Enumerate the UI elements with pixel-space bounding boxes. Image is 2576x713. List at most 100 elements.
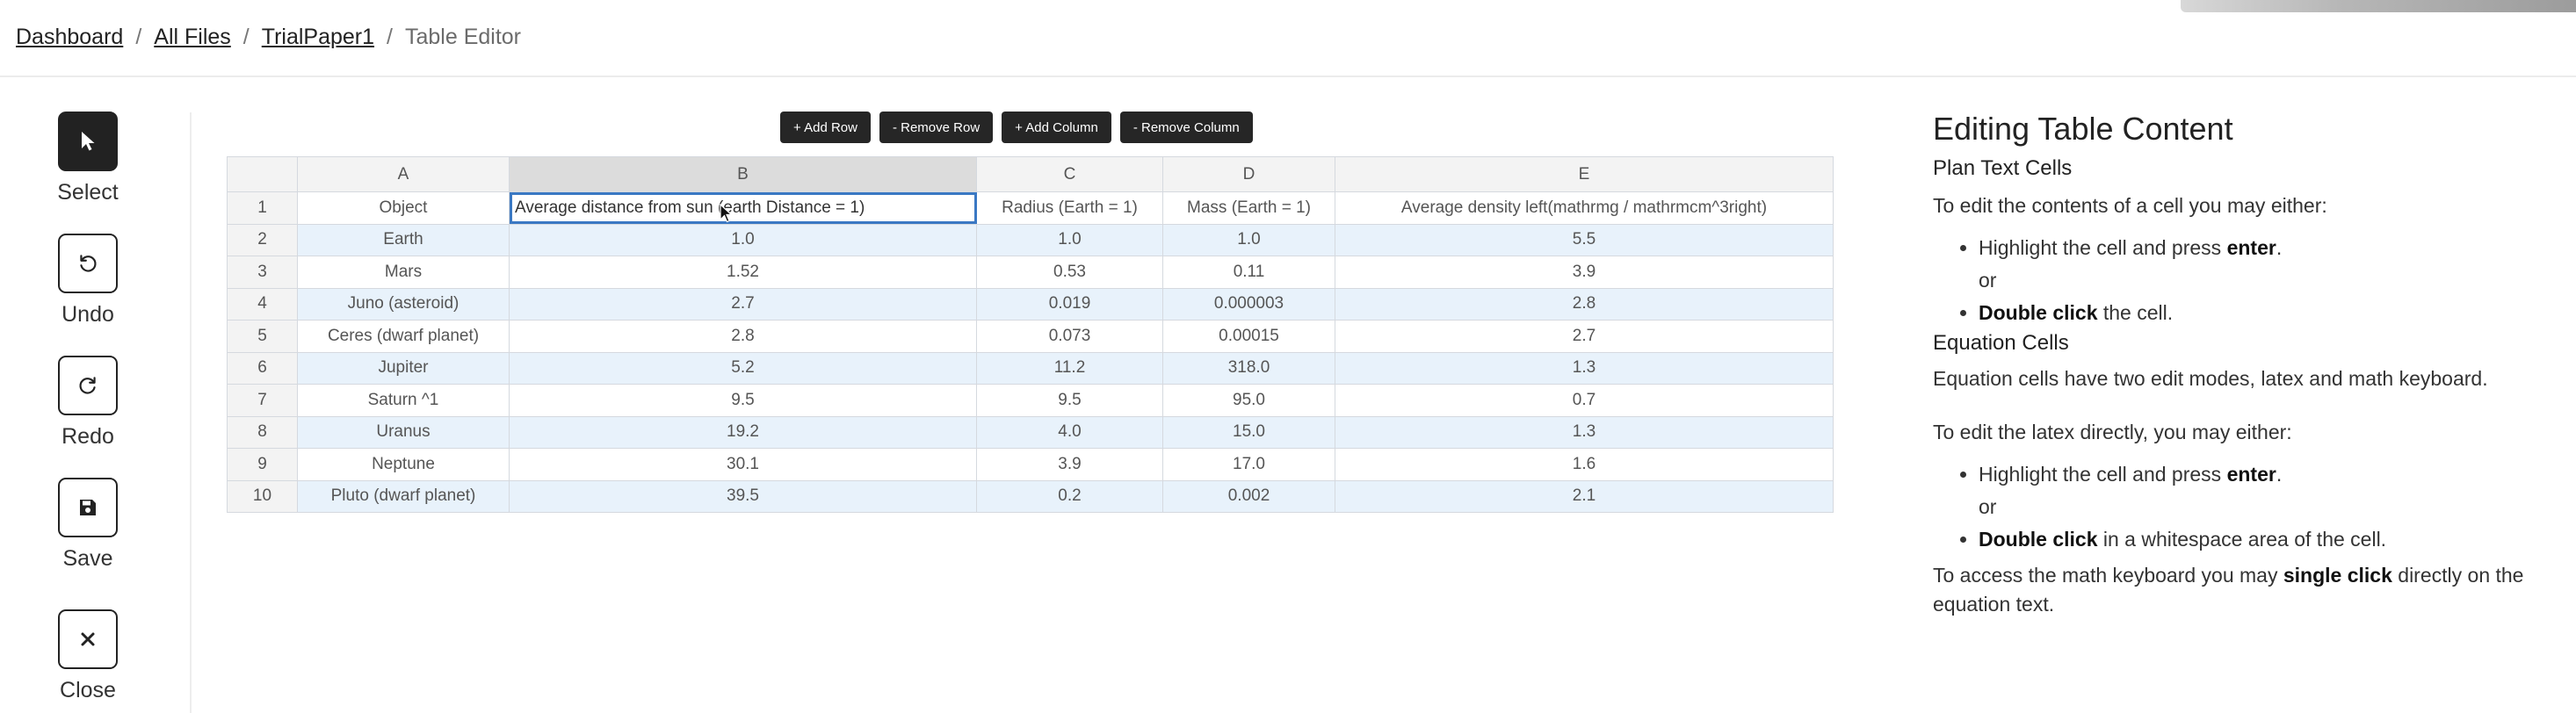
row-header[interactable]: 5	[227, 320, 298, 353]
list-item: Highlight the cell and press enter.	[1979, 232, 2565, 264]
breadcrumb-trialpaper1[interactable]: TrialPaper1	[262, 25, 374, 50]
undo-button[interactable]	[58, 234, 118, 293]
row-header[interactable]: 7	[227, 384, 298, 417]
add-row-button[interactable]: + Add Row	[780, 112, 871, 143]
redo-button[interactable]	[58, 356, 118, 415]
select-button[interactable]	[58, 112, 118, 171]
instruction-text: in a whitespace area of the cell.	[2097, 528, 2387, 551]
column-header-d[interactable]: D	[1162, 156, 1335, 192]
select-label: Select	[57, 180, 119, 205]
cell-d8[interactable]: 15.0	[1162, 415, 1335, 449]
cell-c9[interactable]: 3.9	[976, 448, 1163, 481]
equation-intro: Equation cells have two edit modes, late…	[1933, 367, 2488, 390]
math-keyboard-text: To access the math keyboard you may sing…	[1933, 561, 2565, 619]
cell-b6[interactable]: 5.2	[509, 351, 977, 385]
cell-a6[interactable]: Jupiter	[297, 351, 510, 385]
column-header-a[interactable]: A	[297, 156, 510, 192]
corner-cell[interactable]	[227, 156, 298, 192]
table-row: 5 Ceres (dwarf planet) 2.8 0.073 0.00015 2.7	[227, 320, 1834, 353]
cell-a4[interactable]: Juno (asteroid)	[297, 287, 510, 320]
cell-a5[interactable]: Ceres (dwarf planet)	[297, 320, 510, 353]
row-header[interactable]: 3	[227, 256, 298, 289]
save-label: Save	[62, 546, 113, 571]
key-term: Double click	[1979, 528, 2098, 551]
cell-e1[interactable]: Average density left(mathrmg / mathrmcm^…	[1335, 191, 1834, 225]
save-button[interactable]	[58, 478, 118, 537]
cell-c2[interactable]: 1.0	[976, 223, 1163, 256]
cell-d1[interactable]: Mass (Earth = 1)	[1162, 191, 1335, 225]
cell-d5[interactable]: 0.00015	[1162, 320, 1335, 353]
table-row: 2 Earth 1.0 1.0 1.0 5.5	[227, 223, 1834, 256]
breadcrumb-current: Table Editor	[404, 24, 522, 49]
cell-e7[interactable]: 0.7	[1335, 384, 1834, 417]
column-header-b[interactable]: B	[509, 156, 977, 192]
cell-e9[interactable]: 1.6	[1335, 448, 1834, 481]
cell-d3[interactable]: 0.11	[1162, 256, 1335, 289]
row-header[interactable]: 10	[227, 479, 298, 513]
cell-a2[interactable]: Earth	[297, 223, 510, 256]
remove-row-button[interactable]: - Remove Row	[879, 112, 994, 143]
cell-c1[interactable]: Radius (Earth = 1)	[976, 191, 1163, 225]
column-header-c[interactable]: C	[976, 156, 1163, 192]
cell-d4[interactable]: 0.000003	[1162, 287, 1335, 320]
cell-b2[interactable]: 1.0	[509, 223, 977, 256]
cell-b8[interactable]: 19.2	[509, 415, 977, 449]
cell-a1[interactable]: Object	[297, 191, 510, 225]
tool-save: Save	[53, 478, 123, 572]
cell-e10[interactable]: 2.1	[1335, 479, 1834, 513]
breadcrumb-separator: /	[242, 24, 250, 49]
cell-e2[interactable]: 5.5	[1335, 223, 1834, 256]
cell-b9[interactable]: 30.1	[509, 448, 977, 481]
row-header[interactable]: 6	[227, 351, 298, 385]
row-header[interactable]: 1	[227, 191, 298, 225]
cell-e6[interactable]: 1.3	[1335, 351, 1834, 385]
cell-a7[interactable]: Saturn ^1	[297, 384, 510, 417]
redo-label: Redo	[62, 424, 114, 449]
remove-column-button[interactable]: - Remove Column	[1119, 112, 1253, 143]
cell-c8[interactable]: 4.0	[976, 415, 1163, 449]
cell-d6[interactable]: 318.0	[1162, 351, 1335, 385]
cell-c10[interactable]: 0.2	[976, 479, 1163, 513]
cell-b10[interactable]: 39.5	[509, 479, 977, 513]
top-edge-decoration	[2181, 0, 2576, 12]
cell-a9[interactable]: Neptune	[297, 448, 510, 481]
cell-d2[interactable]: 1.0	[1162, 223, 1335, 256]
table-row: 9 Neptune 30.1 3.9 17.0 1.6	[227, 448, 1834, 481]
cell-c3[interactable]: 0.53	[976, 256, 1163, 289]
table-row: 10 Pluto (dwarf planet) 39.5 0.2 0.002 2.1	[227, 479, 1834, 513]
cell-d10[interactable]: 0.002	[1162, 479, 1335, 513]
cell-b1[interactable]: Average distance from sun (earth Distanc…	[509, 191, 977, 225]
row-header[interactable]: 8	[227, 415, 298, 449]
cell-c4[interactable]: 0.019	[976, 287, 1163, 320]
cell-b7[interactable]: 9.5	[509, 384, 977, 417]
row-header[interactable]: 9	[227, 448, 298, 481]
cell-c5[interactable]: 0.073	[976, 320, 1163, 353]
left-toolbar: Select Undo Redo Save Close	[0, 105, 192, 713]
cell-b3[interactable]: 1.52	[509, 256, 977, 289]
close-button[interactable]	[58, 609, 118, 669]
cell-c6[interactable]: 11.2	[976, 351, 1163, 385]
cell-e3[interactable]: 3.9	[1335, 256, 1834, 289]
tool-undo: Undo	[53, 234, 123, 328]
key-term: enter	[2226, 463, 2276, 486]
cell-a8[interactable]: Uranus	[297, 415, 510, 449]
column-header-e[interactable]: E	[1335, 156, 1834, 192]
cell-e4[interactable]: 2.8	[1335, 287, 1834, 320]
cell-d7[interactable]: 95.0	[1162, 384, 1335, 417]
undo-icon	[80, 255, 97, 272]
cell-d9[interactable]: 17.0	[1162, 448, 1335, 481]
or-text: or	[1979, 269, 1997, 292]
cell-b5[interactable]: 2.8	[509, 320, 977, 353]
help-title: Editing Table Content	[1933, 111, 2233, 147]
cell-a3[interactable]: Mars	[297, 256, 510, 289]
cell-e8[interactable]: 1.3	[1335, 415, 1834, 449]
add-column-button[interactable]: + Add Column	[1002, 112, 1111, 143]
breadcrumb-all-files[interactable]: All Files	[154, 25, 231, 50]
cell-a10[interactable]: Pluto (dwarf planet)	[297, 479, 510, 513]
cell-c7[interactable]: 9.5	[976, 384, 1163, 417]
breadcrumb-dashboard[interactable]: Dashboard	[16, 25, 123, 50]
row-header[interactable]: 4	[227, 287, 298, 320]
cell-b4[interactable]: 2.7	[509, 287, 977, 320]
row-header[interactable]: 2	[227, 223, 298, 256]
cell-e5[interactable]: 2.7	[1335, 320, 1834, 353]
